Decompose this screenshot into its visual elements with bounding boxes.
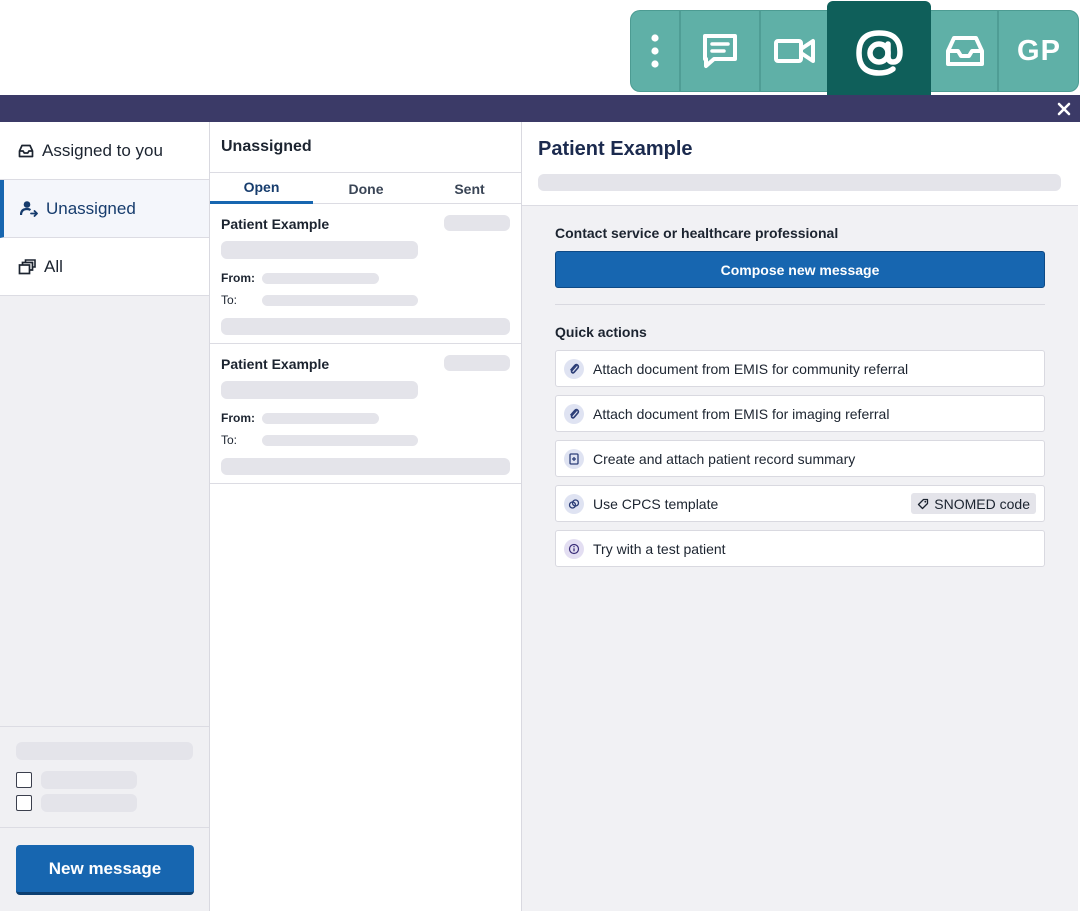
list-title: Unassigned bbox=[221, 138, 312, 155]
sidebar-item-label: Assigned to you bbox=[42, 140, 163, 160]
message-date-placeholder bbox=[444, 215, 510, 231]
message-date-placeholder bbox=[444, 355, 510, 371]
quick-action-community-referral[interactable]: Attach document from EMIS for community … bbox=[555, 350, 1045, 387]
patient-details-placeholder bbox=[538, 174, 1061, 191]
message-patient-name: Patient Example bbox=[221, 356, 330, 372]
quick-action-label: Try with a test patient bbox=[593, 540, 726, 557]
info-icon bbox=[564, 538, 584, 559]
quick-action-imaging-referral[interactable]: Attach document from EMIS for imaging re… bbox=[555, 395, 1045, 432]
detail-panel: Patient Example Contact service or healt… bbox=[522, 122, 1078, 911]
close-button[interactable] bbox=[1052, 95, 1076, 122]
inbox-icon bbox=[18, 144, 34, 157]
to-placeholder bbox=[262, 295, 418, 306]
new-message-button[interactable]: New message bbox=[16, 845, 194, 895]
sidebar-item-assigned[interactable]: Assigned to you bbox=[0, 122, 209, 180]
from-placeholder bbox=[262, 273, 379, 284]
to-placeholder bbox=[262, 435, 418, 446]
to-label: To: bbox=[221, 293, 238, 307]
filter-placeholder bbox=[41, 794, 137, 812]
message-list-panel: Unassigned Open Done Sent Patient Exampl… bbox=[210, 122, 522, 911]
tag-icon bbox=[918, 498, 929, 509]
message-patient-name: Patient Example bbox=[221, 216, 330, 232]
tab-done[interactable]: Done bbox=[314, 173, 418, 204]
unassigned-user-icon bbox=[20, 200, 38, 217]
chat-icon bbox=[703, 34, 737, 68]
quick-action-label: Attach document from EMIS for imaging re… bbox=[593, 405, 890, 422]
sidebar-item-label: Unassigned bbox=[46, 198, 136, 218]
sidebar: Assigned to you Unassigned All New messa… bbox=[0, 122, 210, 911]
email-button[interactable] bbox=[827, 1, 931, 104]
from-label: From: bbox=[221, 411, 255, 425]
quick-action-cpcs-template[interactable]: Use CPCS template SNOMED code bbox=[555, 485, 1045, 522]
paperclip-icon bbox=[564, 403, 584, 424]
more-vertical-icon bbox=[651, 34, 659, 68]
filter-placeholder bbox=[41, 771, 137, 789]
video-camera-icon bbox=[774, 39, 815, 63]
quick-action-label: Attach document from EMIS for community … bbox=[593, 360, 909, 377]
patient-title: Patient Example bbox=[538, 138, 693, 160]
chat-button[interactable] bbox=[681, 11, 759, 91]
inbox-icon bbox=[946, 36, 984, 66]
video-call-button[interactable] bbox=[761, 11, 829, 91]
pill-icon bbox=[564, 493, 584, 514]
more-options-button[interactable] bbox=[631, 11, 679, 91]
quick-action-record-summary[interactable]: Create and attach patient record summary bbox=[555, 440, 1045, 477]
message-preview-placeholder bbox=[221, 318, 510, 335]
from-placeholder bbox=[262, 413, 379, 424]
tab-sent[interactable]: Sent bbox=[418, 173, 521, 204]
at-sign-icon bbox=[856, 29, 903, 76]
close-icon bbox=[1057, 102, 1071, 115]
message-subject-placeholder bbox=[221, 241, 418, 259]
quick-actions-heading: Quick actions bbox=[555, 324, 647, 340]
filter-checkbox[interactable] bbox=[16, 795, 32, 811]
to-label: To: bbox=[221, 433, 238, 447]
compose-new-message-button[interactable]: Compose new message bbox=[555, 251, 1045, 288]
sidebar-item-all[interactable]: All bbox=[0, 238, 209, 296]
document-icon bbox=[564, 448, 584, 469]
quick-action-test-patient[interactable]: Try with a test patient bbox=[555, 530, 1045, 567]
sidebar-footer: New message bbox=[0, 827, 209, 911]
tab-open[interactable]: Open bbox=[210, 173, 313, 204]
divider bbox=[555, 304, 1045, 305]
detail-header: Patient Example bbox=[522, 122, 1078, 206]
inbox-button[interactable] bbox=[931, 11, 999, 91]
message-tabs: Open Done Sent bbox=[210, 172, 521, 204]
paperclip-icon bbox=[564, 358, 584, 379]
contact-heading: Contact service or healthcare profession… bbox=[555, 225, 839, 241]
stack-icon bbox=[18, 258, 36, 274]
filter-checkbox[interactable] bbox=[16, 772, 32, 788]
message-preview-placeholder bbox=[221, 458, 510, 475]
sidebar-item-label: All bbox=[44, 256, 63, 276]
snomed-tag: SNOMED code bbox=[911, 493, 1036, 514]
panel-header-bar bbox=[0, 95, 1080, 122]
message-card[interactable]: Patient Example From: To: bbox=[210, 344, 521, 484]
quick-action-label: Use CPCS template bbox=[593, 495, 719, 512]
snomed-tag-label: SNOMED code bbox=[934, 495, 1030, 512]
message-subject-placeholder bbox=[221, 381, 418, 399]
from-label: From: bbox=[221, 271, 255, 285]
message-card[interactable]: Patient Example From: To: bbox=[210, 204, 521, 344]
sidebar-item-unassigned[interactable]: Unassigned bbox=[0, 180, 209, 238]
quick-action-label: Create and attach patient record summary bbox=[593, 450, 856, 467]
gp-button[interactable]: GP bbox=[999, 11, 1079, 91]
filter-placeholder bbox=[16, 742, 193, 760]
